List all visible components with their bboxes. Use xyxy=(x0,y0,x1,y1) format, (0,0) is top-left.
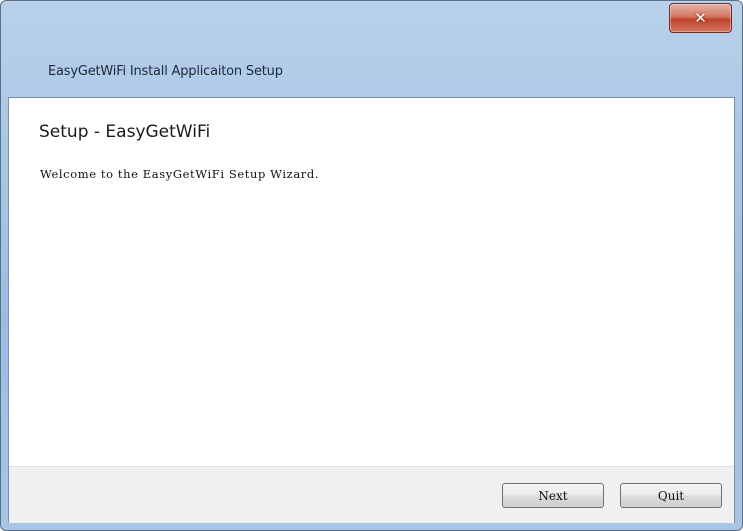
setup-window: EasyGetWiFi Install Applicaiton Setup ✕ … xyxy=(0,0,743,531)
quit-button[interactable]: Quit xyxy=(620,483,722,508)
title-bar[interactable]: EasyGetWiFi Install Applicaiton Setup ✕ xyxy=(1,1,742,96)
next-button[interactable]: Next xyxy=(502,483,604,508)
close-button[interactable]: ✕ xyxy=(669,3,732,33)
page-title: Setup - EasyGetWiFi xyxy=(39,122,211,142)
wizard-content: Setup - EasyGetWiFi Welcome to the EasyG… xyxy=(8,97,735,523)
window-title: EasyGetWiFi Install Applicaiton Setup xyxy=(48,64,283,79)
close-icon: ✕ xyxy=(694,9,707,27)
welcome-text: Welcome to the EasyGetWiFi Setup Wizard. xyxy=(40,167,320,181)
button-bar: Next Quit xyxy=(9,466,734,523)
